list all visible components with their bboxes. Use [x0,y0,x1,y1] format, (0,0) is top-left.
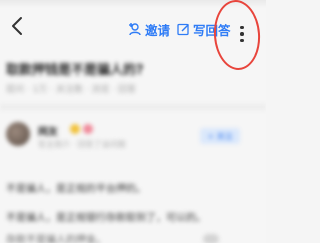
question-page: 邀请 写回答 取款押钱是不是骗人的? 提问 · 1万 · 关注数 · 浏览 · … [0,0,266,243]
badge-icon [70,124,80,134]
more-vertical-icon [240,25,244,30]
invite-label: 邀请 [145,22,171,38]
author-name[interactable]: 网友 [38,123,58,138]
answer-paragraph: 不是骗人，是正规的平台押的。 [6,184,146,195]
chevron-left-icon [11,16,23,40]
question-title[interactable]: 取款押钱是不是骗人的? [6,59,144,78]
invite-button[interactable]: 邀请 [128,20,170,38]
top-bar: 邀请 写回答 [0,10,266,48]
avatar[interactable] [6,122,30,146]
edit-icon [177,23,190,36]
answer-paragraph: 不是骗人，是正规银行存款取到了，可以的。 [6,213,206,224]
blurred-content: 取款押钱是不是骗人的? 提问 · 1万 · 关注数 · 浏览 · 回答 网友 答… [0,48,266,243]
badge-icon [83,124,93,134]
status-bar [0,0,266,8]
question-meta: 提问 · 1万 · 关注数 · 浏览 · 回答 [6,85,137,95]
back-button[interactable] [6,14,28,42]
follow-button[interactable]: + 关注 [200,128,240,144]
add-user-icon [128,22,142,36]
write-answer-button[interactable]: 写回答 [177,20,231,38]
section-divider [0,104,266,110]
floating-control[interactable] [203,234,219,243]
author-description: 答主简介 · 回答了该问题 [38,140,126,149]
write-answer-label: 写回答 [193,22,231,38]
more-options-button[interactable] [234,22,250,46]
answer-paragraph: 存款不是骗人的押金。 [6,235,106,243]
